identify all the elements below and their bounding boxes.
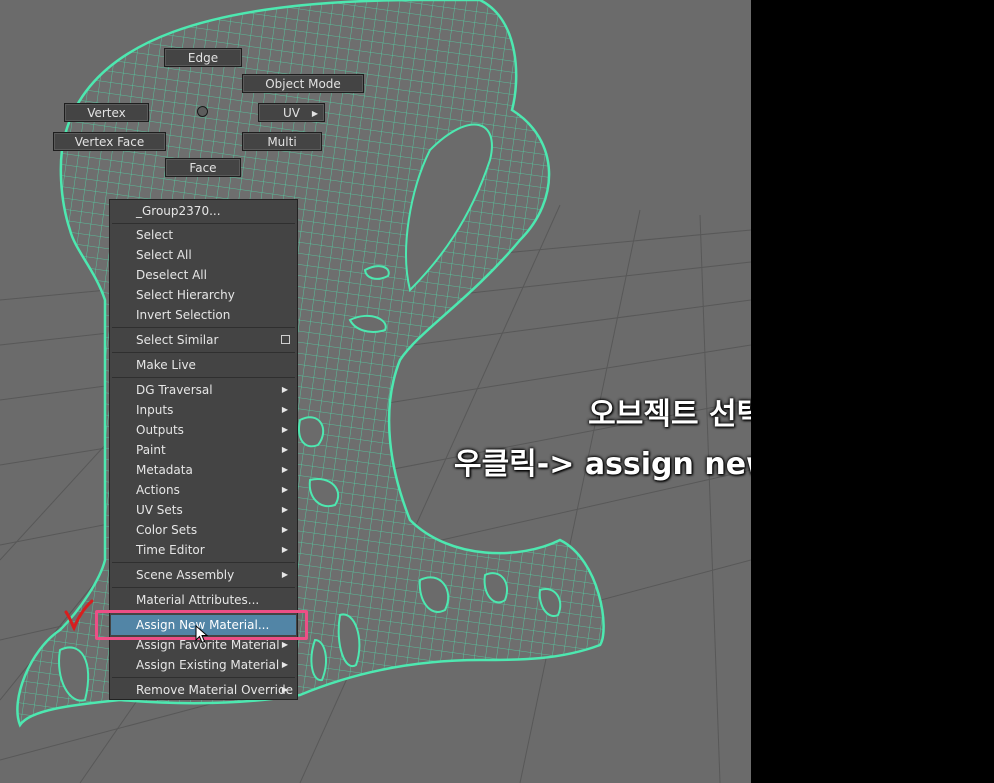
mouse-pointer-icon [195, 625, 209, 644]
menu-item-label: Metadata [136, 463, 193, 477]
menu-item-paint[interactable]: Paint ▶ [111, 440, 296, 460]
menu-item-label: Outputs [136, 423, 184, 437]
menu-item-scene-assembly[interactable]: Scene Assembly ▶ [111, 565, 296, 585]
submenu-arrow-icon: ▶ [281, 425, 288, 434]
menu-item-label: Remove Material Override [136, 683, 293, 697]
submenu-arrow-icon: ▶ [281, 485, 288, 494]
menu-separator [112, 223, 295, 224]
menu-item-select-hierarchy[interactable]: Select Hierarchy [111, 285, 296, 305]
submenu-arrow-icon: ▶ [281, 445, 288, 454]
menu-item-uv-sets[interactable]: UV Sets ▶ [111, 500, 296, 520]
marking-menu-vertex-face[interactable]: Vertex Face [53, 132, 166, 151]
menu-item-material-attributes[interactable]: Material Attributes... [111, 590, 296, 610]
submenu-arrow-icon: ▶ [281, 405, 288, 414]
menu-item-remove-material-override[interactable]: Remove Material Override ▶ [111, 680, 296, 700]
menu-item-make-live[interactable]: Make Live [111, 355, 296, 375]
menu-item-time-editor[interactable]: Time Editor ▶ [111, 540, 296, 560]
menu-item-select-all[interactable]: Select All [111, 245, 296, 265]
submenu-arrow-icon: ▶ [281, 385, 288, 394]
marking-menu-edge[interactable]: Edge [164, 48, 242, 67]
marking-menu-center-icon [197, 106, 208, 117]
menu-item-assign-existing-material[interactable]: Assign Existing Material ▶ [111, 655, 296, 675]
menu-item-invert-selection[interactable]: Invert Selection [111, 305, 296, 325]
submenu-arrow-icon: ▶ [281, 465, 288, 474]
menu-item-label: Time Editor [136, 543, 205, 557]
menu-item-metadata[interactable]: Metadata ▶ [111, 460, 296, 480]
option-box-icon[interactable] [281, 335, 290, 344]
menu-item-select-similar[interactable]: Select Similar [111, 330, 296, 350]
check-mark-icon [64, 599, 94, 632]
submenu-arrow-icon: ▶ [311, 109, 318, 118]
menu-item-color-sets[interactable]: Color Sets ▶ [111, 520, 296, 540]
submenu-arrow-icon: ▶ [281, 660, 288, 669]
menu-item-dg-traversal[interactable]: DG Traversal ▶ [111, 380, 296, 400]
menu-item-label: UV Sets [136, 503, 183, 517]
black-side-panel [751, 0, 994, 783]
submenu-arrow-icon: ▶ [281, 525, 288, 534]
marking-menu-vertex[interactable]: Vertex [64, 103, 149, 122]
menu-separator [112, 587, 295, 588]
marking-menu-object-mode[interactable]: Object Mode [242, 74, 364, 93]
menu-separator [112, 327, 295, 328]
submenu-arrow-icon: ▶ [281, 505, 288, 514]
menu-item-label: Actions [136, 483, 180, 497]
menu-item-select[interactable]: Select [111, 225, 296, 245]
submenu-arrow-icon: ▶ [281, 685, 288, 694]
menu-item-label: Scene Assembly [136, 568, 235, 582]
menu-item-outputs[interactable]: Outputs ▶ [111, 420, 296, 440]
caption-line-2: 우클릭-> assign new material [453, 447, 751, 482]
marking-menu-uv-label: UV [283, 106, 300, 120]
submenu-arrow-icon: ▶ [281, 545, 288, 554]
3d-viewport[interactable]: Edge Object Mode Vertex UV ▶ Vertex Face… [0, 0, 751, 783]
menu-item-deselect-all[interactable]: Deselect All [111, 265, 296, 285]
menu-separator [112, 377, 295, 378]
menu-object-name[interactable]: _Group2370... [111, 201, 296, 221]
menu-item-inputs[interactable]: Inputs ▶ [111, 400, 296, 420]
marking-menu-multi[interactable]: Multi [242, 132, 322, 151]
menu-item-label: Assign Existing Material [136, 658, 280, 672]
marking-menu-face[interactable]: Face [165, 158, 241, 177]
menu-item-label: Paint [136, 443, 166, 457]
menu-separator [112, 677, 295, 678]
caption-line-1: 오브젝트 선택후 [588, 397, 751, 432]
menu-item-select-similar-label: Select Similar [136, 333, 219, 347]
menu-item-label: Color Sets [136, 523, 198, 537]
menu-item-actions[interactable]: Actions ▶ [111, 480, 296, 500]
caption-text: 오브젝트 선택후 우클릭-> assign new material [410, 393, 751, 493]
menu-separator [112, 352, 295, 353]
menu-item-label: DG Traversal [136, 383, 213, 397]
menu-item-label: Inputs [136, 403, 174, 417]
marking-menu-uv[interactable]: UV ▶ [258, 103, 325, 122]
menu-separator [112, 562, 295, 563]
submenu-arrow-icon: ▶ [281, 570, 288, 579]
